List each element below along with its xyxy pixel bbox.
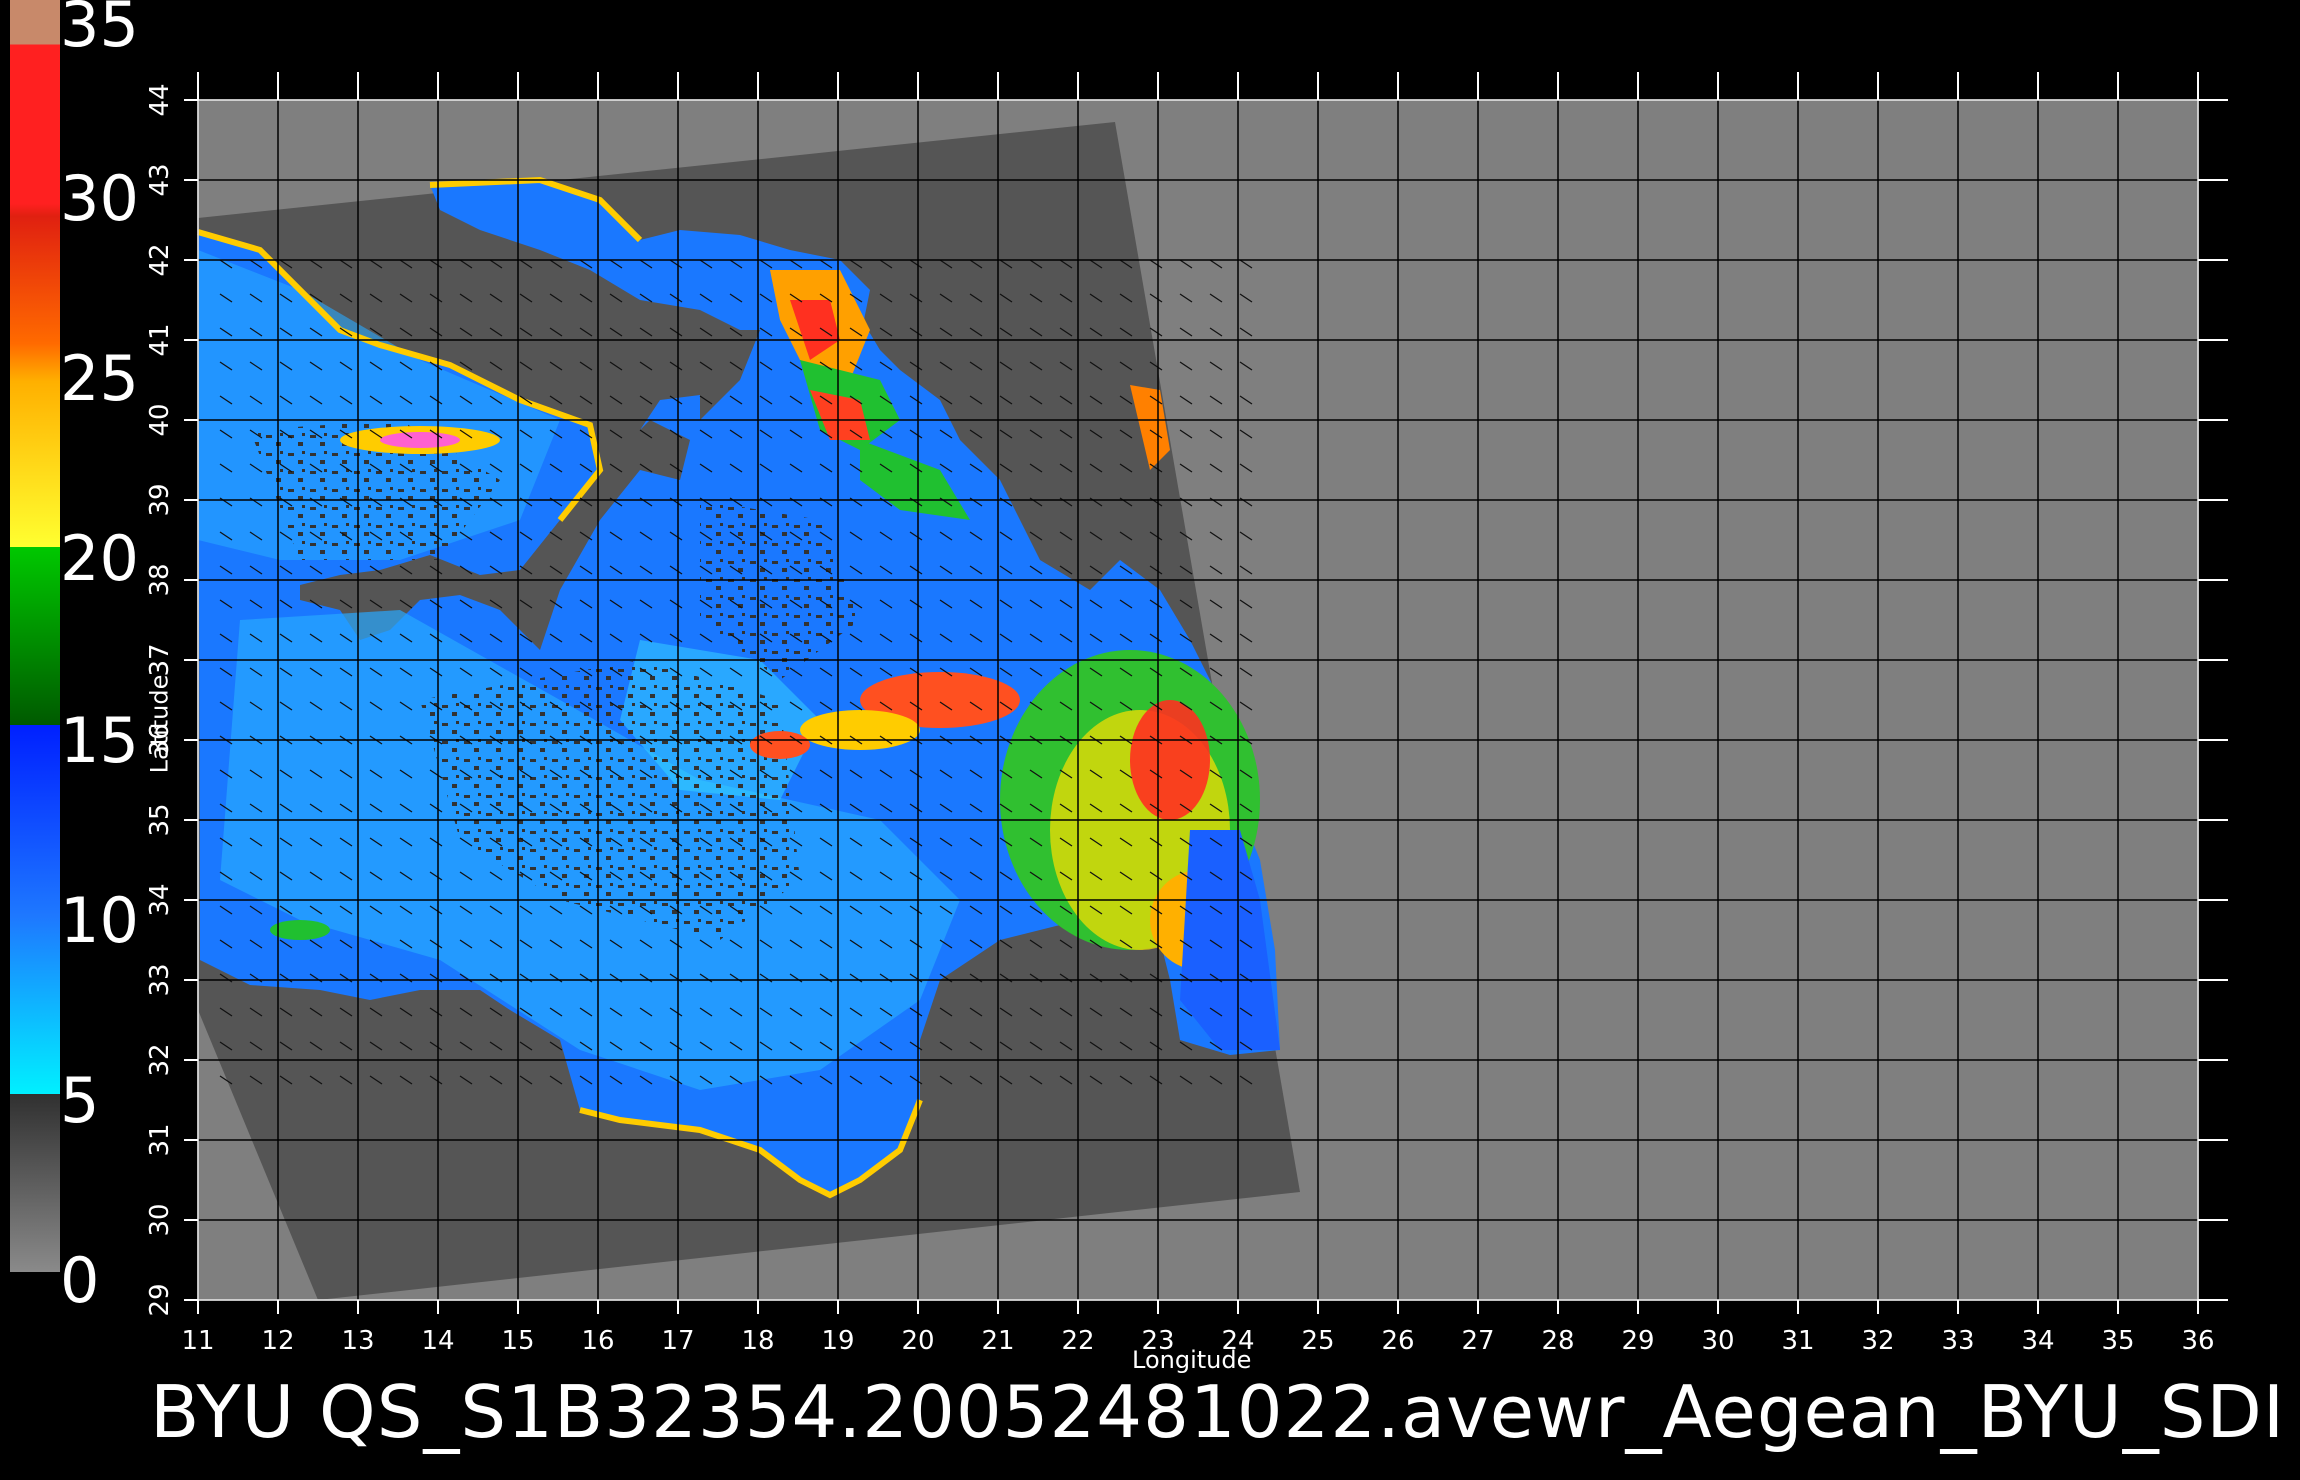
high-wind-ionian (270, 920, 330, 940)
x-tick-label: 36 (2181, 1326, 2215, 1356)
x-tick-label: 25 (1301, 1326, 1335, 1356)
high-wind-crete (750, 731, 810, 759)
image-title: BYU QS_S1B32354.20052481022.avewr_Aegean… (150, 1370, 2286, 1454)
x-tick-label: 20 (901, 1326, 935, 1356)
y-tick-label: 32 (145, 1043, 175, 1077)
y-tick-label: 35 (145, 803, 175, 837)
colorbar-label: 0 (60, 1244, 100, 1317)
x-tick-label: 31 (1781, 1326, 1815, 1356)
y-tick-label: 42 (145, 243, 175, 277)
colorbar-label: 10 (60, 884, 139, 957)
x-tick-label: 12 (261, 1326, 295, 1356)
x-tick-label: 35 (2101, 1326, 2135, 1356)
colorbar (10, 0, 60, 1272)
y-axis-title: Latitude (145, 674, 174, 774)
x-tick-label: 15 (501, 1326, 535, 1356)
colorbar-label: 30 (60, 162, 139, 235)
x-tick-label: 26 (1381, 1326, 1415, 1356)
colorbar-label: 5 (60, 1064, 100, 1137)
high-wind-ionian (380, 432, 460, 448)
y-tick-label: 39 (145, 483, 175, 517)
x-tick-label: 19 (821, 1326, 855, 1356)
x-tick-label: 11 (181, 1326, 215, 1356)
y-tick-label: 41 (145, 323, 175, 357)
x-tick-label: 27 (1461, 1326, 1495, 1356)
x-tick-label: 22 (1061, 1326, 1095, 1356)
x-tick-label: 34 (2021, 1326, 2055, 1356)
x-tick-label: 16 (581, 1326, 615, 1356)
colorbar-label: 25 (60, 342, 139, 415)
x-tick-label: 18 (741, 1326, 775, 1356)
x-tick-label: 21 (981, 1326, 1015, 1356)
y-tick-label: 33 (145, 963, 175, 997)
y-tick-label: 43 (145, 163, 175, 197)
colorbar-label: 15 (60, 704, 139, 777)
x-tick-label: 17 (661, 1326, 695, 1356)
y-tick-label: 30 (145, 1203, 175, 1237)
y-tick-label: 40 (145, 403, 175, 437)
x-tick-label: 32 (1861, 1326, 1895, 1356)
x-tick-label: 13 (341, 1326, 375, 1356)
x-tick-label: 30 (1701, 1326, 1735, 1356)
wind-speed-map (10, 0, 2228, 1314)
y-tick-label: 34 (145, 883, 175, 917)
y-tick-label: 44 (145, 83, 175, 117)
high-wind-crete (800, 710, 920, 750)
colorbar-label: 20 (60, 522, 139, 595)
x-tick-label: 29 (1621, 1326, 1655, 1356)
y-tick-label: 38 (145, 563, 175, 597)
x-tick-label: 14 (421, 1326, 455, 1356)
x-tick-label: 33 (1941, 1326, 1975, 1356)
colorbar-label: 35 (60, 0, 139, 61)
high-wind-aegean (1130, 700, 1210, 820)
y-tick-label: 37 (145, 643, 175, 677)
y-tick-label: 31 (145, 1123, 175, 1157)
y-tick-label: 29 (145, 1283, 175, 1317)
x-tick-label: 28 (1541, 1326, 1575, 1356)
